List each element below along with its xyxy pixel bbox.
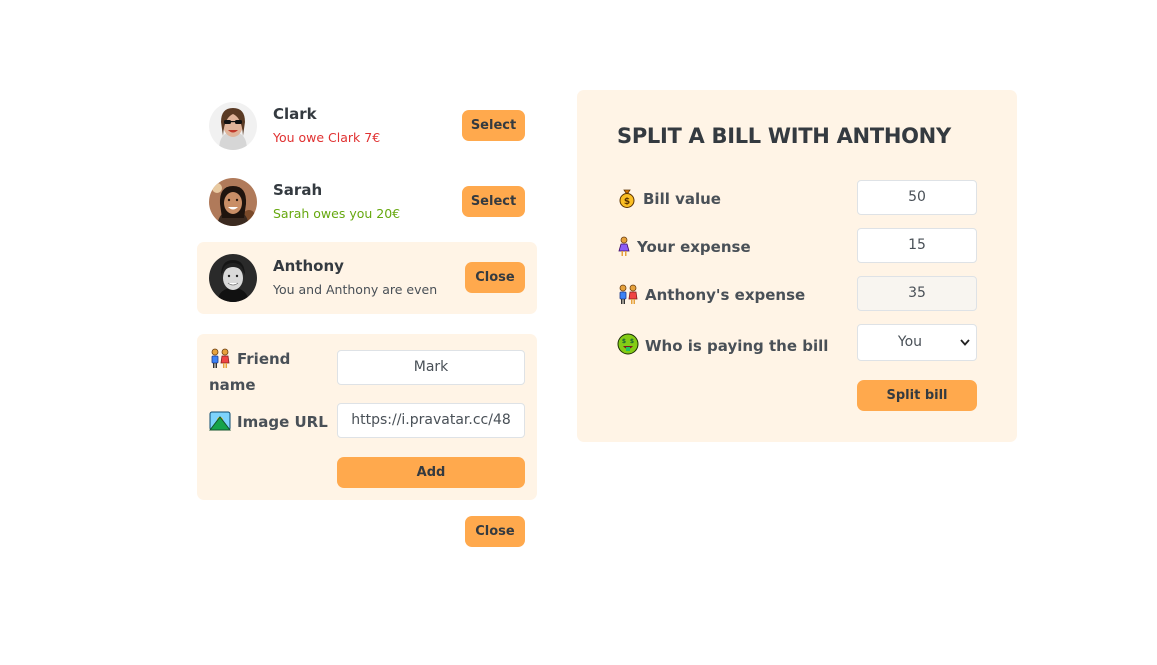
- split-bill-form: SPLIT A BILL WITH ANTHONY $ Bill value 5…: [577, 90, 1017, 442]
- couple-icon: [617, 284, 639, 310]
- friend-expense-label: Anthony's expense: [617, 284, 805, 310]
- friend-expense-field: 35: [857, 276, 977, 311]
- list-item-selected: Anthony You and Anthony are even Close: [197, 242, 537, 314]
- woman-icon: [617, 236, 631, 262]
- friend-name: Sarah: [273, 181, 323, 199]
- friend-balance: You and Anthony are even: [273, 282, 438, 297]
- svg-text:$: $: [630, 338, 634, 345]
- your-expense-label: Your expense: [617, 236, 751, 262]
- list-item: Clark You owe Clark 7€ Select: [197, 90, 537, 162]
- friend-name: Anthony: [273, 257, 344, 275]
- friend-name-label: Friend name: [209, 348, 319, 396]
- payer-select[interactable]: You: [857, 324, 977, 361]
- chevron-down-icon: [960, 325, 970, 374]
- friend-balance: Sarah owes you 20€: [273, 206, 401, 221]
- app: Clark You owe Clark 7€ Select Sarah Sara…: [197, 90, 1017, 560]
- payer-label-text: Who is paying the bill: [645, 337, 829, 355]
- list-item: Sarah Sarah owes you 20€ Select: [197, 166, 537, 238]
- split-bill-title: SPLIT A BILL WITH ANTHONY: [617, 124, 951, 148]
- select-friend-button[interactable]: Select: [462, 110, 525, 141]
- your-expense-input[interactable]: 15: [857, 228, 977, 263]
- money-bag-icon: $: [617, 188, 637, 214]
- select-friend-button[interactable]: Select: [462, 186, 525, 217]
- friend-name-input[interactable]: Mark: [337, 350, 525, 385]
- friend-balance: You owe Clark 7€: [273, 130, 381, 145]
- image-url-label-text: Image URL: [237, 413, 328, 431]
- close-form-button[interactable]: Close: [465, 516, 525, 547]
- friend-name: Clark: [273, 105, 317, 123]
- add-friend-button[interactable]: Add: [337, 457, 525, 488]
- payer-select-value: You: [897, 334, 923, 350]
- couple-icon: [209, 348, 231, 374]
- svg-text:$: $: [622, 338, 626, 345]
- avatar: [209, 102, 257, 150]
- money-face-icon: $ $: [617, 333, 639, 361]
- bill-value-input[interactable]: 50: [857, 180, 977, 215]
- avatar: [209, 178, 257, 226]
- image-icon: [208, 411, 232, 437]
- friend-expense-label-text: Anthony's expense: [645, 286, 806, 304]
- payer-label: $ $ Who is paying the bill: [617, 333, 828, 361]
- close-friend-button[interactable]: Close: [465, 262, 525, 293]
- bill-value-label-text: Bill value: [643, 190, 721, 208]
- svg-text:$: $: [624, 197, 630, 207]
- add-friend-form: Friend name Mark Image URL https://i.pra…: [197, 334, 537, 500]
- your-expense-label-text: Your expense: [637, 238, 751, 256]
- bill-value-label: $ Bill value: [617, 188, 721, 214]
- split-bill-button[interactable]: Split bill: [857, 380, 977, 411]
- image-url-input[interactable]: https://i.pravatar.cc/48: [337, 403, 525, 438]
- avatar: [209, 254, 257, 302]
- image-url-label: Image URL: [208, 411, 328, 437]
